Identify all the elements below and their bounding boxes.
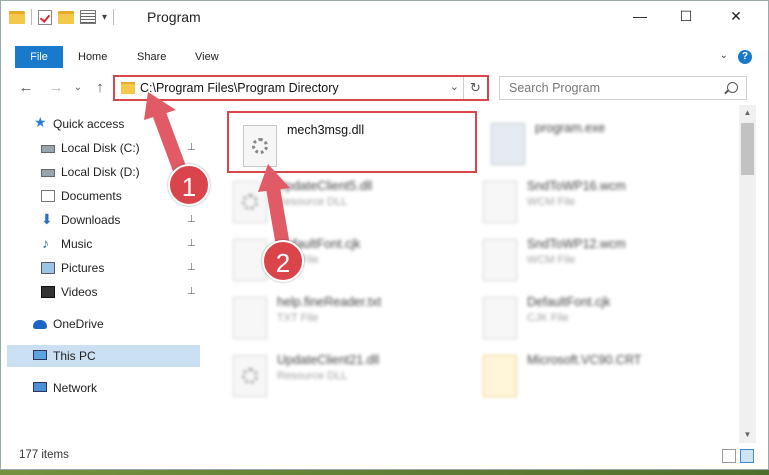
- step-badge-1: 1: [168, 164, 210, 206]
- arrow-1: [144, 92, 187, 177]
- arrow-2: [258, 164, 290, 247]
- step-badge-2: 2: [262, 240, 304, 282]
- annotation-overlay: [144, 92, 290, 247]
